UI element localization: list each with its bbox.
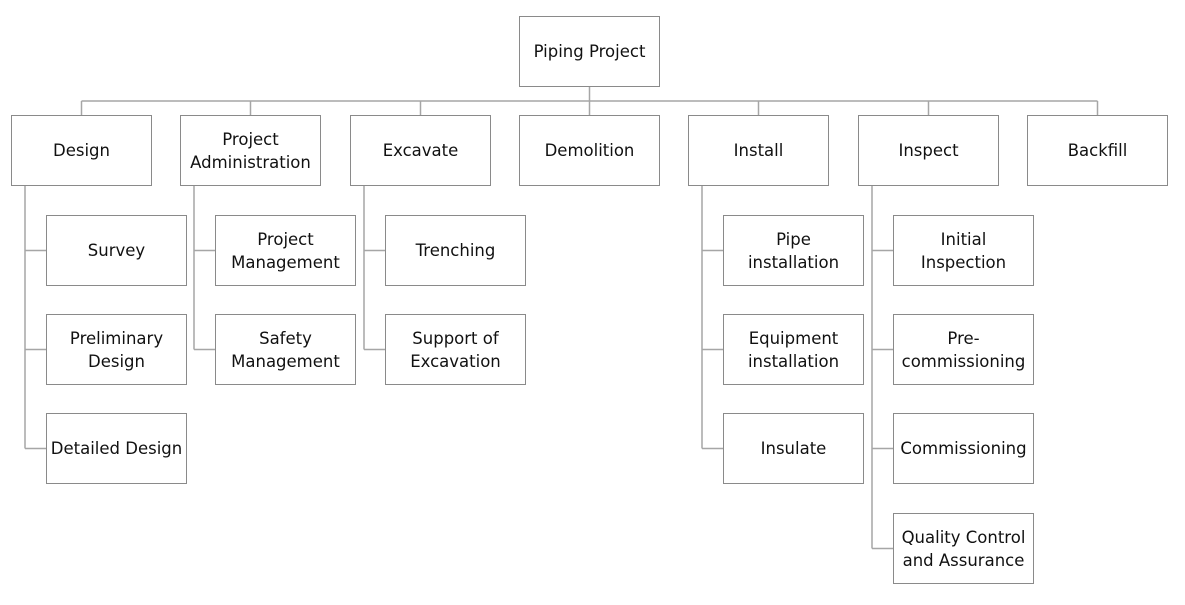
branch-node: Design	[11, 115, 152, 186]
branch-node-label: Excavate	[382, 141, 459, 160]
branch-node-label: Inspect	[898, 141, 959, 160]
child-node-label: Equipment installation	[747, 328, 840, 371]
child-node-label: Initial Inspection	[920, 229, 1007, 272]
child-node: Project Management	[215, 215, 356, 286]
child-node: Commissioning	[893, 413, 1034, 484]
root-node: Piping Project	[519, 16, 660, 87]
child-node-label: Detailed Design	[50, 439, 183, 458]
branch-node: Excavate	[350, 115, 491, 186]
branch-node: Demolition	[519, 115, 660, 186]
child-node-label: Pre- commissioning	[901, 328, 1026, 371]
child-node-label: Project Management	[231, 229, 340, 272]
branch-node-label: Project Administration	[190, 129, 311, 172]
branch-node: Backfill	[1027, 115, 1168, 186]
child-node-label: Trenching	[415, 241, 496, 260]
child-node: Detailed Design	[46, 413, 187, 484]
child-node: Support of Excavation	[385, 314, 526, 385]
child-node-label: Survey	[87, 241, 146, 260]
child-node: Preliminary Design	[46, 314, 187, 385]
child-node: Trenching	[385, 215, 526, 286]
child-node-label: Safety Management	[231, 328, 340, 371]
root-node-label: Piping Project	[533, 42, 646, 61]
child-node: Quality Control and Assurance	[893, 513, 1034, 584]
branch-node-label: Backfill	[1067, 141, 1128, 160]
child-node-label: Insulate	[760, 439, 827, 458]
child-node-label: Pipe installation	[747, 229, 840, 272]
child-node: Survey	[46, 215, 187, 286]
child-node: Equipment installation	[723, 314, 864, 385]
branch-node: Project Administration	[180, 115, 321, 186]
child-node: Initial Inspection	[893, 215, 1034, 286]
child-node-label: Commissioning	[900, 439, 1027, 458]
child-node: Safety Management	[215, 314, 356, 385]
wbs-diagram: Piping Project Design Survey Preliminary D…	[0, 0, 1185, 605]
child-node-label: Preliminary Design	[69, 328, 164, 371]
branch-node: Inspect	[858, 115, 999, 186]
branch-node: Install	[688, 115, 829, 186]
branch-node-label: Install	[733, 141, 784, 160]
child-node: Pre- commissioning	[893, 314, 1034, 385]
child-node: Insulate	[723, 413, 864, 484]
child-node-label: Support of Excavation	[410, 328, 501, 371]
child-node: Pipe installation	[723, 215, 864, 286]
branch-node-label: Design	[53, 141, 110, 160]
branch-node-label: Demolition	[544, 141, 635, 160]
child-node-label: Quality Control and Assurance	[901, 527, 1026, 570]
